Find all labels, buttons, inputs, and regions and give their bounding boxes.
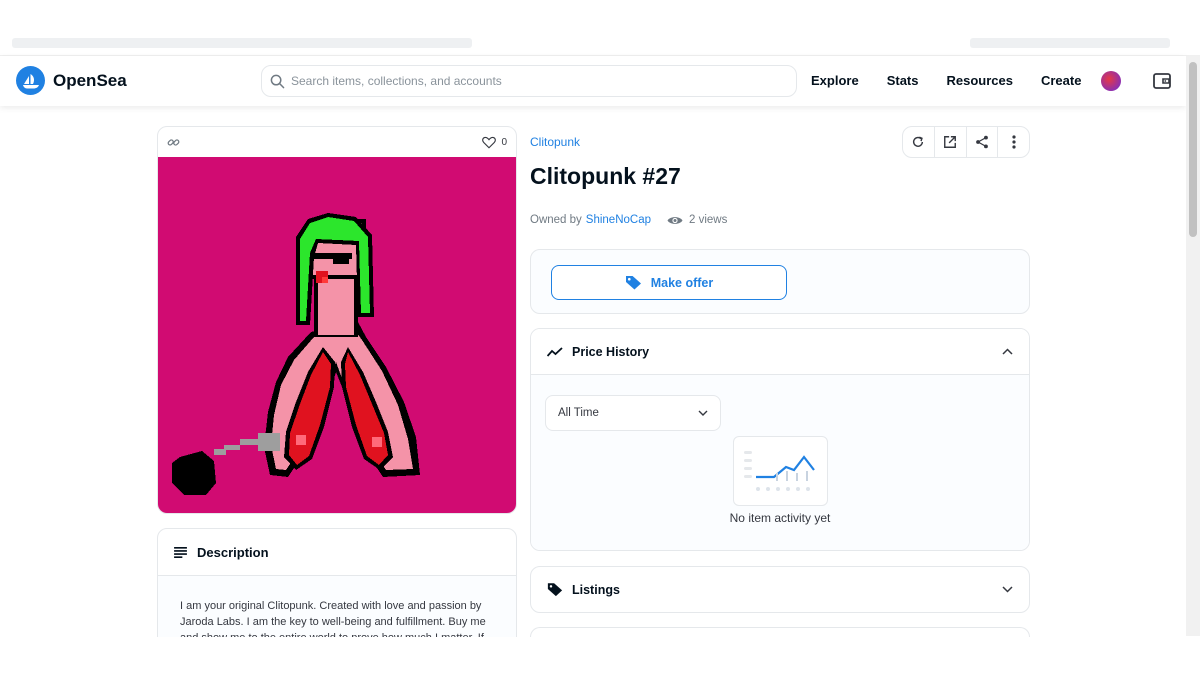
price-history-card: Price History All Time No item activity … (530, 328, 1030, 551)
account-avatar[interactable] (1101, 71, 1121, 91)
artwork-card: 0 (157, 126, 517, 514)
view-external-button[interactable] (935, 127, 967, 157)
browser-top-strip (0, 0, 1200, 56)
listings-card[interactable]: Listings (530, 566, 1030, 613)
time-range-select[interactable]: All Time (545, 395, 721, 431)
owned-by-label: Owned by (530, 214, 582, 226)
make-offer-label: Make offer (650, 275, 714, 290)
price-history-body: All Time No item activity yet (531, 375, 1029, 550)
link-icon[interactable] (167, 136, 180, 149)
browser-bottom-strip (0, 637, 1200, 675)
tag-icon (547, 583, 563, 597)
owner-link[interactable]: ShineNoCap (586, 214, 651, 226)
trend-icon (547, 346, 563, 357)
price-history-header[interactable]: Price History (531, 329, 1029, 375)
description-header[interactable]: Description (158, 529, 516, 576)
share-button[interactable] (967, 127, 999, 157)
nav-create[interactable]: Create (1041, 73, 1081, 88)
chevron-up-icon[interactable] (1002, 348, 1013, 355)
views-count: 2 views (667, 214, 727, 226)
nav-links: Explore Stats Resources Create (811, 73, 1081, 88)
offer-card: Make offer (530, 249, 1030, 314)
wallet-icon[interactable] (1152, 71, 1172, 91)
nav-explore[interactable]: Explore (811, 73, 859, 88)
nav-stats[interactable]: Stats (887, 73, 919, 88)
refresh-icon (913, 136, 924, 147)
no-activity-text: No item activity yet (729, 511, 831, 525)
chart-placeholder-icon (744, 451, 815, 491)
nft-image[interactable] (158, 157, 516, 513)
item-title: Clitopunk #27 (530, 163, 681, 189)
more-options-button[interactable] (998, 127, 1029, 157)
search-bar[interactable] (261, 65, 797, 97)
time-range-value: All Time (558, 407, 599, 419)
page-scrollbar[interactable] (1186, 56, 1200, 636)
clitopunk-artwork (172, 213, 420, 495)
item-actions-group (902, 126, 1030, 158)
list-icon (174, 546, 187, 558)
description-title: Description (197, 544, 269, 560)
scrollbar-thumb[interactable] (1189, 62, 1197, 237)
chevron-down-icon (698, 410, 708, 416)
brand-name: OpenSea (53, 70, 127, 90)
opensea-logo[interactable]: OpenSea (16, 66, 127, 95)
price-history-title: Price History (572, 344, 650, 359)
refresh-button[interactable] (903, 127, 935, 157)
share-icon (976, 135, 988, 149)
more-icon (1012, 135, 1016, 149)
nav-resources[interactable]: Resources (946, 73, 1012, 88)
make-offer-button[interactable]: Make offer (551, 265, 787, 300)
opensea-logo-icon (16, 66, 45, 95)
search-input[interactable] (291, 74, 771, 88)
heart-icon (482, 136, 497, 149)
chevron-down-icon[interactable] (1002, 586, 1013, 593)
views-label: 2 views (689, 214, 728, 226)
external-link-icon (944, 136, 957, 148)
search-icon (270, 74, 285, 88)
collection-link[interactable]: Clitopunk (530, 135, 580, 149)
top-navigation: OpenSea Explore Stats Resources Create (0, 56, 1186, 106)
artwork-card-header: 0 (158, 127, 516, 157)
eye-icon (667, 216, 683, 224)
favorite-button[interactable]: 0 (482, 136, 507, 149)
listings-title: Listings (572, 582, 620, 597)
ownership-row: Owned by ShineNoCap 2 views (530, 214, 727, 226)
favorite-count: 0 (501, 136, 507, 148)
empty-chart-illustration (733, 436, 828, 506)
description-card: Description I am your original Clitopunk… (157, 528, 517, 648)
tag-icon (625, 275, 641, 290)
